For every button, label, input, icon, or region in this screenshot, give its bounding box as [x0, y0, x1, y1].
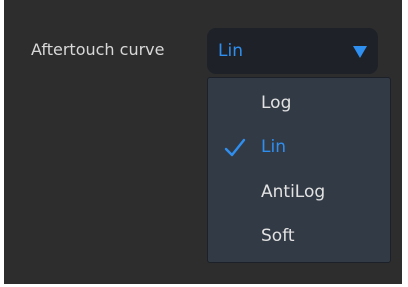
triangle-down-icon[interactable] [353, 46, 367, 58]
menu-item-label: Lin [261, 137, 286, 157]
menu-item-lin[interactable]: Lin [208, 126, 390, 170]
menu-item-label: AntiLog [261, 182, 326, 202]
dropdown-menu: Log Lin AntiLog Soft [207, 77, 391, 263]
menu-item-label: Log [261, 93, 292, 113]
menu-item-soft[interactable]: Soft [208, 215, 390, 259]
aftertouch-curve-label: Aftertouch curve [31, 40, 165, 59]
selected-value: Lin [218, 41, 243, 61]
settings-panel: Aftertouch curve Lin Log Lin AntiLog Sof… [4, 0, 402, 284]
menu-item-label: Soft [261, 226, 295, 246]
menu-item-log[interactable]: Log [208, 82, 390, 126]
checkmark-icon [224, 138, 246, 157]
aftertouch-curve-select[interactable]: Lin [207, 28, 378, 74]
menu-item-antilog[interactable]: AntiLog [208, 171, 390, 215]
